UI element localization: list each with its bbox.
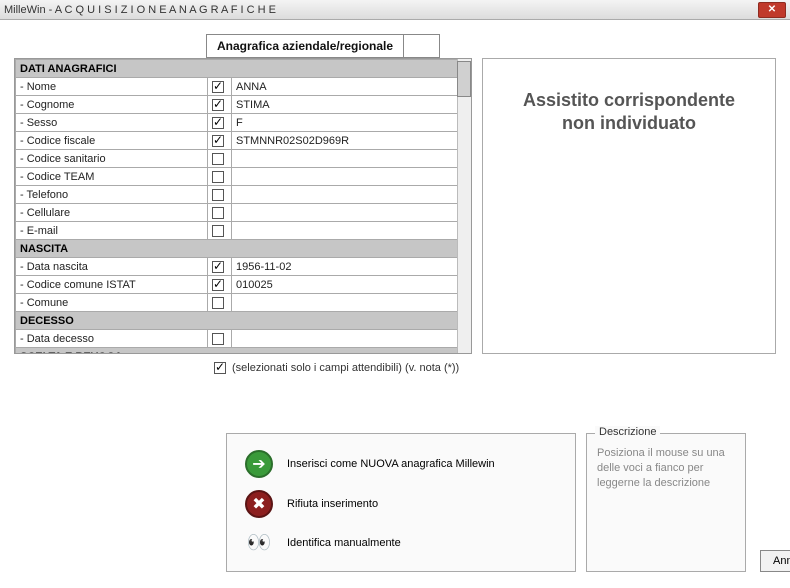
chk-cellulare[interactable] bbox=[212, 207, 224, 219]
label-cognome: - Cognome bbox=[16, 96, 208, 114]
binoculars-icon: 👀 bbox=[245, 530, 273, 555]
chk-codteam[interactable] bbox=[212, 171, 224, 183]
chk-datadec[interactable] bbox=[212, 333, 224, 345]
right-message: Assistito corrispondente non individuato bbox=[523, 89, 735, 136]
chk-datanasc[interactable] bbox=[212, 261, 224, 273]
label-cellulare: - Cellulare bbox=[16, 204, 208, 222]
tab-extra[interactable] bbox=[404, 34, 440, 58]
row-codteam: - Codice TEAM bbox=[16, 168, 471, 186]
row-codsan: - Codice sanitario bbox=[16, 150, 471, 168]
chk-nome[interactable] bbox=[212, 81, 224, 93]
description-text: Posiziona il mouse su una delle voci a f… bbox=[597, 446, 735, 491]
row-nome: - Nome ANNA bbox=[16, 78, 471, 96]
value-codteam[interactable] bbox=[232, 168, 471, 186]
chk-email[interactable] bbox=[212, 225, 224, 237]
row-cellulare: - Cellulare bbox=[16, 204, 471, 222]
header-tabs: Anagrafica aziendale/regionale bbox=[206, 34, 776, 58]
description-box: Descrizione Posiziona il mouse su una de… bbox=[586, 433, 746, 572]
section-nascita: NASCITA bbox=[16, 240, 471, 258]
label-codsan: - Codice sanitario bbox=[16, 150, 208, 168]
chk-note[interactable] bbox=[214, 362, 226, 374]
label-codteam: - Codice TEAM bbox=[16, 168, 208, 186]
value-datadec[interactable] bbox=[232, 330, 471, 348]
chk-cognome[interactable] bbox=[212, 99, 224, 111]
section-decesso: DECESSO bbox=[16, 312, 471, 330]
scrollbar[interactable] bbox=[457, 59, 471, 353]
action-manual-label: Identifica manualmente bbox=[287, 537, 401, 549]
chk-sesso[interactable] bbox=[212, 117, 224, 129]
action-insert[interactable]: ➔ Inserisci come NUOVA anagrafica Millew… bbox=[245, 444, 557, 484]
right-line1: Assistito corrispondente bbox=[523, 90, 735, 110]
chk-codfisc[interactable] bbox=[212, 135, 224, 147]
tab-anagrafica[interactable]: Anagrafica aziendale/regionale bbox=[206, 34, 404, 58]
chk-istat[interactable] bbox=[212, 279, 224, 291]
chk-comune[interactable] bbox=[212, 297, 224, 309]
value-email[interactable] bbox=[232, 222, 471, 240]
cancel-button[interactable]: Annulla bbox=[760, 550, 790, 572]
value-codfisc[interactable]: STMNNR02S02D969R bbox=[232, 132, 471, 150]
section-scelta: SCELTA E REVOCA bbox=[16, 348, 471, 355]
actions-row: ➔ Inserisci come NUOVA anagrafica Millew… bbox=[226, 433, 790, 572]
action-reject-label: Rifiuta inserimento bbox=[287, 498, 378, 510]
scrollbar-thumb[interactable] bbox=[457, 61, 471, 97]
value-cellulare[interactable] bbox=[232, 204, 471, 222]
label-sesso: - Sesso bbox=[16, 114, 208, 132]
label-comune: - Comune bbox=[16, 294, 208, 312]
label-datanasc: - Data nascita bbox=[16, 258, 208, 276]
actions-box: ➔ Inserisci come NUOVA anagrafica Millew… bbox=[226, 433, 576, 572]
row-telefono: - Telefono bbox=[16, 186, 471, 204]
fields-panel: DATI ANAGRAFICI - Nome ANNA - Cognome STIM… bbox=[14, 58, 472, 374]
value-nome[interactable]: ANNA bbox=[232, 78, 471, 96]
value-comune[interactable] bbox=[232, 294, 471, 312]
right-panel: Assistito corrispondente non individuato bbox=[482, 58, 776, 354]
window-body: Anagrafica aziendale/regionale DATI ANAG… bbox=[0, 20, 790, 588]
value-sesso[interactable]: F bbox=[232, 114, 471, 132]
row-email: - E-mail bbox=[16, 222, 471, 240]
row-sesso: - Sesso F bbox=[16, 114, 471, 132]
chk-telefono[interactable] bbox=[212, 189, 224, 201]
row-datadec: - Data decesso bbox=[16, 330, 471, 348]
x-circle-icon: ✖ bbox=[245, 490, 273, 518]
note-label: (selezionati solo i campi attendibili) (… bbox=[232, 362, 459, 374]
action-reject[interactable]: ✖ Rifiuta inserimento bbox=[245, 484, 557, 524]
row-codfisc: - Codice fiscale STMNNR02S02D969R bbox=[16, 132, 471, 150]
app-window: MilleWin - A C Q U I S I Z I O N E A N A… bbox=[0, 0, 790, 588]
right-line2: non individuato bbox=[562, 113, 696, 133]
close-icon: ✕ bbox=[768, 4, 776, 15]
row-cognome: - Cognome STIMA bbox=[16, 96, 471, 114]
section-dati: DATI ANAGRAFICI bbox=[16, 60, 471, 78]
value-cognome[interactable]: STIMA bbox=[232, 96, 471, 114]
action-manual[interactable]: 👀 Identifica manualmente bbox=[245, 524, 557, 561]
close-button[interactable]: ✕ bbox=[758, 2, 786, 18]
label-nome: - Nome bbox=[16, 78, 208, 96]
label-istat: - Codice comune ISTAT bbox=[16, 276, 208, 294]
row-istat: - Codice comune ISTAT 010025 bbox=[16, 276, 471, 294]
value-datanasc[interactable]: 1956-11-02 bbox=[232, 258, 471, 276]
label-telefono: - Telefono bbox=[16, 186, 208, 204]
value-codsan[interactable] bbox=[232, 150, 471, 168]
fields-table: DATI ANAGRAFICI - Nome ANNA - Cognome STIM… bbox=[15, 59, 471, 354]
titlebar: MilleWin - A C Q U I S I Z I O N E A N A… bbox=[0, 0, 790, 20]
label-codfisc: - Codice fiscale bbox=[16, 132, 208, 150]
description-title: Descrizione bbox=[595, 426, 660, 438]
value-telefono[interactable] bbox=[232, 186, 471, 204]
note-row: (selezionati solo i campi attendibili) (… bbox=[214, 362, 472, 374]
chk-codsan[interactable] bbox=[212, 153, 224, 165]
row-comune: - Comune bbox=[16, 294, 471, 312]
label-email: - E-mail bbox=[16, 222, 208, 240]
label-datadec: - Data decesso bbox=[16, 330, 208, 348]
arrow-right-icon: ➔ bbox=[245, 450, 273, 478]
action-insert-label: Inserisci come NUOVA anagrafica Millewin bbox=[287, 458, 495, 470]
row-datanasc: - Data nascita 1956-11-02 bbox=[16, 258, 471, 276]
window-title: MilleWin - A C Q U I S I Z I O N E A N A… bbox=[4, 4, 276, 16]
value-istat[interactable]: 010025 bbox=[232, 276, 471, 294]
